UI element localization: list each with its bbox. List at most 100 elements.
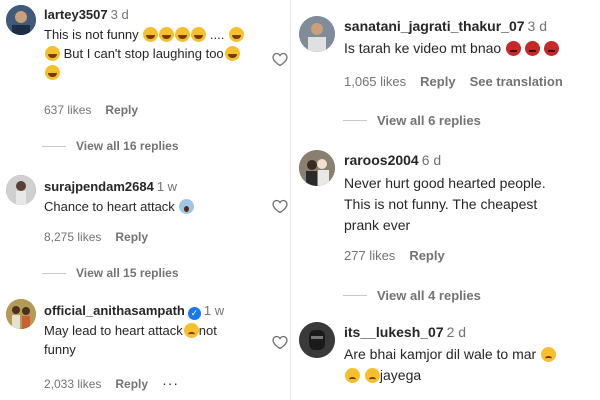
view-replies-label: View all 15 replies xyxy=(76,266,179,280)
comment-text: May lead to heart attack not funny xyxy=(44,321,264,359)
comment-username[interactable]: official_anithasampath xyxy=(44,303,185,318)
view-replies-button[interactable]: View all 15 replies xyxy=(42,266,179,280)
see-translation-button[interactable]: See translation xyxy=(470,74,563,89)
like-heart-icon[interactable] xyxy=(272,335,288,350)
comment-text-line: This is not funny xyxy=(44,27,139,42)
comment-item: its__lukesh_07 2 d Are bhai kamjor dil wa… xyxy=(299,322,599,398)
laughing-emoji-icon xyxy=(224,46,240,61)
divider-line xyxy=(343,295,367,296)
comment-text: Is tarah ke video mt bnao xyxy=(344,39,560,58)
comment-username[interactable]: its__lukesh_07 xyxy=(344,324,444,340)
reply-button[interactable]: Reply xyxy=(409,248,444,263)
likes-count[interactable]: 1,065 likes xyxy=(344,74,406,89)
comment-item: lartey3507 3 d This is not funny .... But… xyxy=(6,5,290,135)
laughing-emoji-icon xyxy=(228,27,244,42)
avatar-photo-icon xyxy=(6,175,36,205)
likes-count[interactable]: 277 likes xyxy=(344,248,395,263)
divider-line xyxy=(42,272,66,274)
view-replies-button[interactable]: View all 16 replies xyxy=(42,139,179,153)
comment-text-line: jayega xyxy=(379,367,422,383)
divider-line xyxy=(343,120,367,121)
comment-item: raroos2004 6 d Never hurt good hearted pe… xyxy=(299,150,599,270)
avatar[interactable] xyxy=(6,175,36,205)
sad-emoji-icon xyxy=(345,368,360,383)
laughing-emoji-icon xyxy=(143,27,159,42)
comment-time: 3 d xyxy=(110,7,129,22)
comment-item: surajpendam2684 1 w Chance to heart attac… xyxy=(6,175,290,250)
divider-line xyxy=(42,145,66,147)
sad-emoji-icon xyxy=(183,323,199,338)
avatar[interactable] xyxy=(299,150,335,186)
comment-text-line: prank ever xyxy=(344,217,411,233)
avatar[interactable] xyxy=(6,299,36,329)
avatar-photo-icon xyxy=(299,16,335,52)
avatar-photo-icon xyxy=(6,5,36,35)
comment-text-line: funny xyxy=(44,342,76,357)
view-replies-label: View all 4 replies xyxy=(377,288,481,303)
laughing-emoji-icon xyxy=(191,27,207,42)
view-replies-label: View all 6 replies xyxy=(377,113,481,128)
comment-username[interactable]: surajpendam2684 xyxy=(44,179,154,194)
comment-time: 1 w xyxy=(156,179,178,194)
avatar-photo-icon xyxy=(6,299,36,329)
avatar-photo-icon xyxy=(299,322,335,358)
view-replies-button[interactable]: View all 6 replies xyxy=(343,113,481,128)
comment-text-line: Never hurt good hearted people. xyxy=(344,175,546,191)
avatar[interactable] xyxy=(6,5,36,35)
comment-time: 3 d xyxy=(527,18,547,34)
likes-count[interactable]: 2,033 likes xyxy=(44,377,101,391)
likes-count[interactable]: 637 likes xyxy=(44,103,91,117)
laughing-emoji-icon xyxy=(175,27,191,42)
comment-text: Never hurt good hearted people. This is … xyxy=(344,173,546,236)
angry-emoji-icon xyxy=(525,41,541,56)
comment-text: Chance to heart attack xyxy=(44,197,195,216)
comment-text: This is not funny .... But I can't stop … xyxy=(44,25,264,82)
comment-time: 6 d xyxy=(421,152,442,168)
avatar-photo-icon xyxy=(299,150,335,186)
right-comment-column: sanatani_jagrati_thakur_07 3 d Is tarah k… xyxy=(290,0,600,400)
left-comment-column: lartey3507 3 d This is not funny .... But… xyxy=(0,0,290,400)
comment-text-line: But I can't stop laughing too xyxy=(60,46,224,61)
comment-meta: 637 likes Reply xyxy=(44,103,152,117)
more-options-button[interactable]: ··· xyxy=(162,375,179,391)
comment-meta: 277 likes Reply xyxy=(344,248,459,263)
comment-time: 2 d xyxy=(446,324,467,340)
sad-emoji-icon xyxy=(364,368,380,383)
comment-username[interactable]: raroos2004 xyxy=(344,152,419,168)
screaming-emoji-icon xyxy=(179,199,195,214)
comment-text: Are bhai kamjor dil wale to mar jayega xyxy=(344,344,557,386)
comment-meta: 2,033 likes Reply ··· xyxy=(44,375,193,391)
reply-button[interactable]: Reply xyxy=(115,377,148,391)
comment-item: sanatani_jagrati_thakur_07 3 d Is tarah k… xyxy=(299,16,599,126)
view-replies-label: View all 16 replies xyxy=(76,139,179,153)
comment-text-line: This is not funny. The cheapest xyxy=(344,196,538,212)
verified-badge-icon: ✓ xyxy=(187,307,201,320)
comment-text-line: Are bhai kamjor dil wale to mar xyxy=(344,346,537,362)
comment-meta: 1,065 likes Reply See translation xyxy=(344,74,577,89)
comment-time: 1 w xyxy=(203,303,225,318)
reply-button[interactable]: Reply xyxy=(420,74,455,89)
like-heart-icon[interactable] xyxy=(272,199,288,214)
laughing-emoji-icon xyxy=(45,46,60,61)
likes-count[interactable]: 8,275 likes xyxy=(44,230,101,244)
reply-button[interactable]: Reply xyxy=(115,230,148,244)
comment-text-line: Is tarah ke video mt bnao xyxy=(344,40,502,56)
comment-username[interactable]: lartey3507 xyxy=(44,7,108,22)
comment-text-suffix: .... xyxy=(206,27,225,42)
reply-button[interactable]: Reply xyxy=(105,103,138,117)
comment-text-line: May lead to heart attack xyxy=(44,323,183,338)
angry-emoji-icon xyxy=(544,41,560,56)
comment-text-suffix: not xyxy=(198,323,217,338)
comment-meta: 8,275 likes Reply xyxy=(44,230,162,244)
laughing-emoji-icon xyxy=(45,65,60,80)
comment-text-line: Chance to heart attack xyxy=(44,199,175,214)
angry-emoji-icon xyxy=(506,41,522,56)
sad-emoji-icon xyxy=(541,347,557,362)
like-heart-icon[interactable] xyxy=(272,52,288,67)
comment-username[interactable]: sanatani_jagrati_thakur_07 xyxy=(344,18,525,34)
view-replies-button[interactable]: View all 4 replies xyxy=(343,288,481,303)
avatar[interactable] xyxy=(299,322,335,358)
avatar[interactable] xyxy=(299,16,335,52)
laughing-emoji-icon xyxy=(159,27,175,42)
comment-item: official_anithasampath ✓ 1 w May lead to h… xyxy=(6,299,290,399)
